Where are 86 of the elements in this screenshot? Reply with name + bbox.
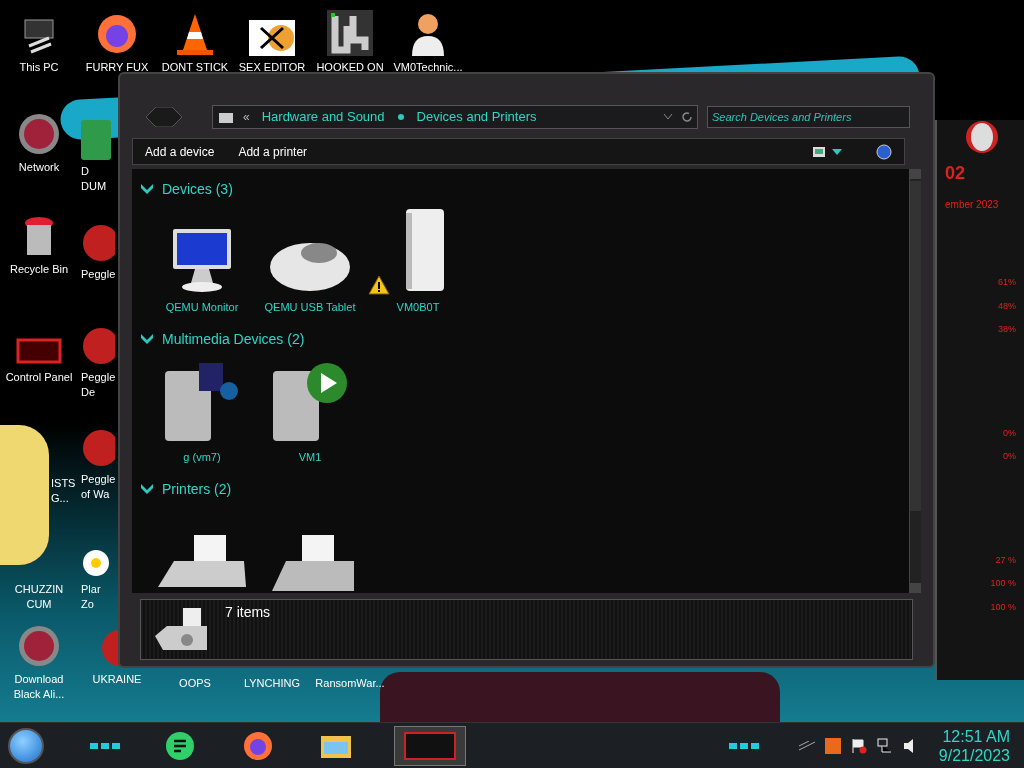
desktop-icon-label[interactable]: OOPS — [179, 676, 211, 691]
java-icon[interactable] — [824, 737, 841, 754]
device-item[interactable]: QEMU Monitor — [152, 203, 252, 329]
desktop-icon-label[interactable]: Control Panel — [5, 370, 73, 385]
trash-bin-icon — [23, 216, 55, 258]
usage-reading: 100 % — [990, 600, 1016, 614]
collapse-chevron-icon[interactable] — [140, 182, 154, 196]
clock[interactable]: 12:51 AM 9/21/2023 — [938, 726, 1010, 765]
flag-icon[interactable] — [850, 737, 867, 754]
scrollbar[interactable] — [909, 169, 921, 593]
show-hidden-icons-icon[interactable] — [798, 740, 815, 751]
dropdown-caret-icon[interactable] — [832, 148, 842, 155]
desktop-icon-label[interactable]: ISTS G... — [51, 476, 76, 506]
desktop-icon-label[interactable]: HOOKED ON — [316, 60, 384, 75]
usage-reading: 0% — [1003, 426, 1016, 440]
command-button[interactable]: Add a printer — [238, 142, 308, 161]
notes-icon — [165, 730, 195, 761]
indicator-lights-icon — [728, 741, 759, 750]
warning-icon — [368, 275, 390, 295]
desktop-icon-label[interactable]: LYNCHING — [244, 676, 300, 691]
group-heading[interactable]: Devices (3) — [162, 178, 233, 200]
desktop-icon-label[interactable]: VM0Technic... — [393, 60, 463, 75]
dropdown-caret-icon[interactable] — [663, 113, 673, 121]
flower-icon — [81, 548, 111, 578]
notes-icon — [81, 120, 111, 160]
emblem-icon — [146, 107, 182, 127]
help-icon[interactable] — [876, 143, 892, 160]
collapse-chevron-icon[interactable] — [140, 332, 154, 346]
device-name: VM0B0T — [396, 300, 440, 315]
group-heading[interactable]: Printers (2) — [162, 478, 232, 500]
start-button[interactable] — [8, 727, 44, 764]
desktop-icon-label[interactable]: Peggle — [81, 267, 116, 282]
firefox-icon — [95, 12, 139, 56]
breadcrumb-link[interactable]: Hardware and Sound — [261, 107, 385, 127]
desktop-icon-label[interactable]: Peggle De — [81, 370, 116, 400]
usage-reading: 38% — [998, 323, 1016, 336]
view-options-icon[interactable] — [812, 145, 826, 158]
desktop-icon-label[interactable]: FURRY FUX — [85, 60, 149, 75]
desktop-icon-label[interactable]: D DUM — [81, 164, 107, 194]
usage-reading: 27 % — [995, 553, 1016, 567]
device-item[interactable]: g (vm7) — [152, 353, 252, 479]
hex-editor-icon — [249, 20, 295, 56]
usage-reading: 61% — [998, 276, 1016, 289]
group-heading[interactable]: Multimedia Devices (2) — [162, 328, 305, 350]
device-name: QEMU Monitor — [165, 300, 239, 315]
breadcrumb-overflow[interactable]: « — [243, 108, 250, 126]
gadget-time: 02 — [945, 162, 967, 185]
indicator-lights-icon — [90, 741, 120, 750]
window-thumbnail — [404, 731, 456, 760]
address-bar[interactable]: « Hardware and Sound Devices and Printers — [212, 105, 698, 129]
desktop-icon-label[interactable]: RansomWar... — [315, 676, 385, 691]
device-name: QEMU USB Tablet — [264, 300, 356, 315]
firefox-icon — [243, 730, 273, 761]
game-icon — [81, 428, 115, 468]
desktop-icon-label[interactable]: Plar Zo — [81, 582, 101, 612]
game-icon — [81, 326, 115, 366]
maze-icon — [327, 10, 373, 56]
collapse-chevron-icon[interactable] — [140, 482, 154, 496]
desktop-icon-label[interactable]: Network — [18, 160, 60, 175]
item-count: 7 items — [225, 603, 271, 622]
device-item[interactable]: VM0B0T — [368, 203, 468, 329]
usage-reading: 48% — [998, 299, 1016, 313]
search-field[interactable]: Search Devices and Printers — [707, 106, 910, 128]
device-name: g (vm7) — [183, 450, 221, 465]
desktop-icon-label[interactable]: Download Black Ali... — [13, 672, 65, 702]
desktop-icon-label[interactable]: Peggle of Wa — [81, 472, 116, 502]
breadcrumb-link[interactable]: Devices and Printers — [416, 107, 537, 127]
separator-dot-icon — [396, 113, 405, 121]
gadget-date: ember 2023 — [945, 198, 1000, 212]
device-item[interactable]: QEMU USB Tablet — [260, 203, 360, 329]
refresh-icon[interactable] — [681, 111, 693, 123]
command-button[interactable]: Add a device — [145, 142, 215, 161]
usage-reading: 0% — [1003, 450, 1016, 463]
control-panel-icon — [16, 336, 62, 366]
device-name: VM1 — [298, 450, 322, 465]
desktop-icon-label[interactable]: CHUZZIN CUM — [14, 582, 64, 612]
device-item[interactable]: VM1 — [260, 353, 360, 479]
game-icon — [81, 223, 115, 263]
desktop-icon-label[interactable]: DONT STICK — [161, 60, 229, 75]
desktop-icon-label[interactable]: SEX EDITOR — [238, 60, 306, 75]
desktop-icon-label[interactable]: UKRAINE — [92, 672, 142, 687]
network-icon[interactable] — [876, 737, 893, 754]
usage-reading: 100 % — [990, 577, 1016, 590]
taskbar-app-button[interactable] — [394, 725, 466, 766]
desktop-icon-label[interactable]: This PC — [19, 60, 59, 75]
desktop-icon-label[interactable]: Recycle Bin — [9, 262, 69, 277]
